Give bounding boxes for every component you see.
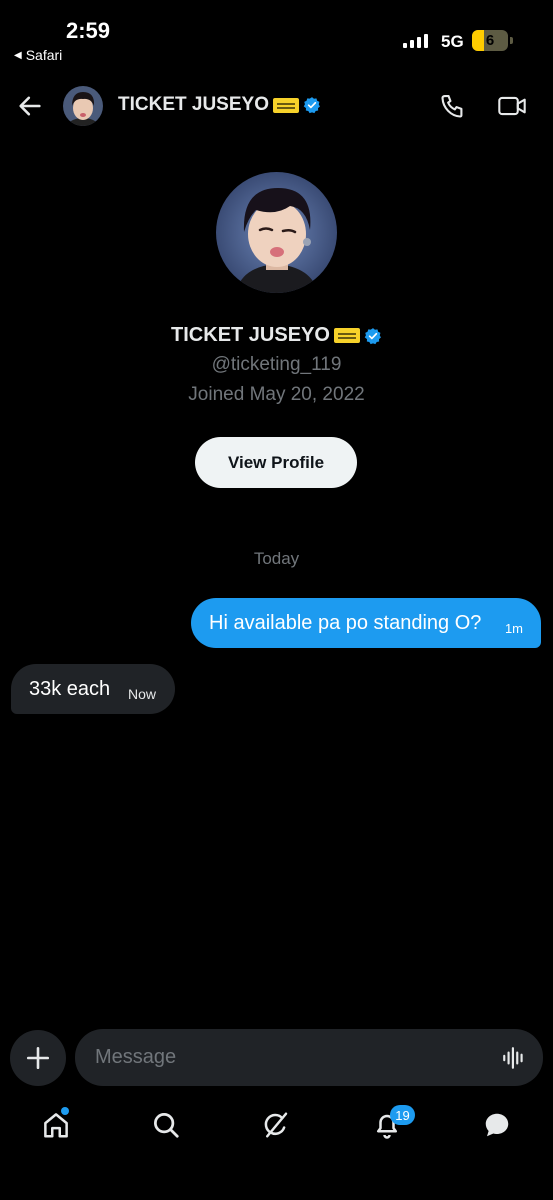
bottom-tab-bar — [0, 1100, 553, 1160]
back-app-label: Safari — [25, 47, 63, 63]
incoming-message[interactable]: 33k each Now — [11, 664, 175, 714]
status-bar: 2:59 ◀ Safari 5G 6 — [0, 0, 553, 70]
video-camera-icon — [498, 96, 526, 116]
grok-slash-icon — [264, 1112, 288, 1138]
verified-badge-icon — [303, 97, 320, 114]
profile-name: TICKET JUSEYO — [0, 324, 553, 347]
header-title[interactable]: TICKET JUSEYO — [118, 94, 321, 116]
back-to-safari-link[interactable]: ◀ Safari — [14, 47, 62, 63]
message-text: 33k each — [29, 677, 111, 700]
profile-avatar[interactable] — [216, 172, 337, 293]
ticket-emoji-icon — [333, 328, 360, 343]
message-time: 1m — [504, 621, 523, 636]
tab-messages[interactable] — [482, 1110, 512, 1140]
notifications-count-badge: 19 — [390, 1105, 415, 1125]
day-separator: Today — [253, 549, 300, 568]
status-time: 2:59 — [66, 18, 111, 43]
home-new-dot — [61, 1107, 69, 1115]
header-name: TICKET JUSEYO — [118, 94, 269, 115]
call-button[interactable] — [439, 92, 467, 120]
message-time: Now — [127, 686, 156, 702]
plus-icon — [26, 1046, 50, 1070]
phone-icon — [441, 95, 463, 118]
message-composer — [75, 1029, 543, 1086]
outgoing-message[interactable]: Hi available pa po standing O? 1m — [191, 598, 541, 648]
back-button[interactable] — [16, 92, 44, 120]
network-type: 5G — [441, 32, 464, 51]
profile-joined-date: Joined May 20, 2022 — [188, 384, 365, 405]
conversation-header: TICKET JUSEYO — [0, 80, 553, 132]
voice-message-button[interactable] — [501, 1045, 527, 1071]
audio-waveform-icon — [503, 1047, 523, 1069]
ticket-emoji-icon — [272, 97, 299, 113]
tab-grok[interactable] — [261, 1110, 291, 1140]
header-avatar[interactable] — [63, 86, 103, 126]
search-icon — [154, 1113, 179, 1138]
battery-tip — [510, 37, 513, 44]
profile-handle: @ticketing_119 — [211, 354, 342, 375]
profile-display-name: TICKET JUSEYO — [171, 324, 330, 346]
battery-icon: 6 — [472, 30, 508, 51]
message-input[interactable] — [95, 1029, 485, 1086]
verified-badge-icon — [364, 327, 381, 344]
message-text: Hi available pa po standing O? — [209, 611, 482, 634]
cellular-signal-icon — [403, 34, 428, 48]
video-call-button[interactable] — [497, 92, 527, 120]
view-profile-button[interactable]: View Profile — [195, 437, 357, 488]
battery-level: 6 — [485, 32, 495, 49]
tab-search[interactable] — [151, 1110, 181, 1140]
back-triangle-icon: ◀ — [14, 49, 22, 61]
add-attachment-button[interactable] — [10, 1030, 66, 1086]
message-bubble-icon — [485, 1113, 509, 1137]
arrow-left-icon — [19, 96, 41, 116]
